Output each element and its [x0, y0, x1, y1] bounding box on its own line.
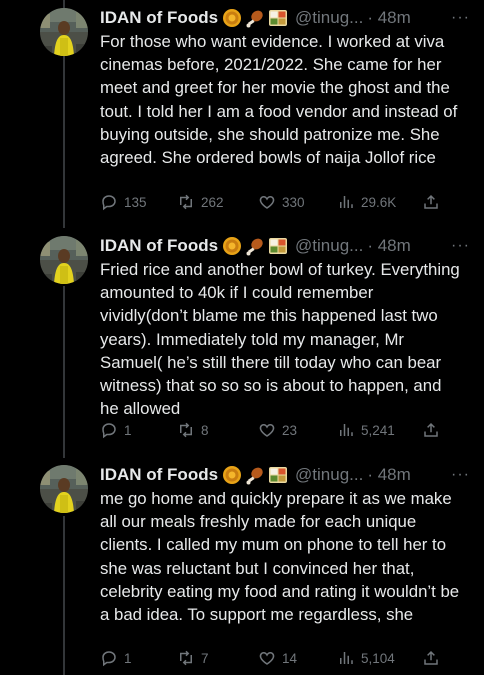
like-icon: [259, 423, 275, 437]
retweet-count: 262: [201, 194, 224, 210]
views-button[interactable]: 5,241: [337, 421, 395, 439]
views-button[interactable]: 5,104: [337, 649, 395, 667]
gold-coin-emoji-icon: [222, 8, 242, 28]
view-count: 29.6K: [361, 194, 397, 210]
more-options-button[interactable]: ···: [451, 237, 474, 255]
views-icon: [340, 652, 353, 664]
display-name[interactable]: IDAN of Foods: [100, 465, 218, 485]
thread-connector: [63, 56, 65, 228]
thread-connector: [63, 286, 65, 458]
retweet-icon: [180, 650, 192, 666]
username-handle[interactable]: @tinug...: [295, 8, 363, 28]
drumstick-emoji-icon: [245, 236, 265, 256]
like-icon: [259, 195, 275, 209]
like-count: 330: [282, 194, 305, 210]
retweet-button[interactable]: 8: [177, 421, 209, 439]
avatar[interactable]: [40, 465, 88, 513]
reply-icon: [102, 195, 116, 211]
view-count: 5,241: [361, 422, 395, 438]
like-count: 14: [282, 650, 298, 666]
display-name[interactable]: IDAN of Foods: [100, 8, 218, 28]
tweet-text: me go home and quickly prepare it as we …: [100, 489, 460, 625]
retweet-button[interactable]: 7: [177, 649, 209, 667]
timestamp[interactable]: · 48m: [367, 236, 410, 256]
reply-count: 135: [124, 194, 147, 210]
thread-connector: [63, 516, 65, 675]
drumstick-emoji-icon: [245, 465, 265, 485]
tweet-header: IDAN of Foods @tinug... · 48m ···: [100, 6, 474, 30]
bento-box-emoji-icon: [268, 236, 288, 256]
like-icon: [259, 651, 275, 665]
like-button[interactable]: 330: [258, 193, 305, 211]
like-button[interactable]: 14: [258, 649, 297, 667]
retweet-icon: [180, 194, 192, 210]
views-button[interactable]: 29.6K: [337, 193, 396, 211]
tweet-header: IDAN of Foods @tinug... · 48m ···: [100, 463, 474, 487]
reply-icon: [102, 651, 116, 667]
tweet-header: IDAN of Foods @tinug... · 48m ···: [100, 234, 474, 258]
view-count: 5,104: [361, 650, 395, 666]
timestamp[interactable]: · 48m: [367, 8, 410, 28]
share-icon: [424, 422, 438, 437]
like-button[interactable]: 23: [258, 421, 297, 439]
share-button[interactable]: [422, 193, 446, 211]
gold-coin-emoji-icon: [222, 236, 242, 256]
retweet-count: 8: [201, 422, 209, 438]
tweet-actions: 135 262 330 29.6K: [100, 191, 450, 213]
more-options-button[interactable]: ···: [451, 466, 474, 484]
views-icon: [340, 424, 353, 436]
bento-box-emoji-icon: [268, 8, 288, 28]
tweet-actions: 1 8 23 5,241: [100, 419, 450, 441]
views-icon: [340, 196, 353, 208]
tweet-text: Fried rice and another bowl of turkey. E…: [100, 260, 460, 419]
tweet-text: For those who want evidence. I worked at…: [100, 32, 458, 168]
reply-icon: [102, 423, 116, 439]
display-name[interactable]: IDAN of Foods: [100, 236, 218, 256]
bento-box-emoji-icon: [268, 465, 288, 485]
drumstick-emoji-icon: [245, 8, 265, 28]
share-icon: [424, 194, 438, 209]
username-handle[interactable]: @tinug...: [295, 465, 363, 485]
timestamp[interactable]: · 48m: [367, 465, 410, 485]
share-button[interactable]: [422, 421, 446, 439]
retweet-button[interactable]: 262: [177, 193, 224, 211]
like-count: 23: [282, 422, 298, 438]
reply-button[interactable]: 1: [100, 421, 132, 439]
avatar[interactable]: [40, 236, 88, 284]
reply-count: 1: [124, 422, 132, 438]
retweet-icon: [180, 422, 192, 438]
username-handle[interactable]: @tinug...: [295, 236, 363, 256]
more-options-button[interactable]: ···: [451, 9, 474, 27]
reply-count: 1: [124, 650, 132, 666]
avatar[interactable]: [40, 8, 88, 56]
share-button[interactable]: [422, 649, 446, 667]
retweet-count: 7: [201, 650, 209, 666]
share-icon: [424, 650, 438, 665]
thread-connector: [63, 0, 65, 8]
gold-coin-emoji-icon: [222, 465, 242, 485]
reply-button[interactable]: 1: [100, 649, 132, 667]
reply-button[interactable]: 135: [100, 193, 147, 211]
tweet-actions: 1 7 14 5,104: [100, 647, 450, 669]
